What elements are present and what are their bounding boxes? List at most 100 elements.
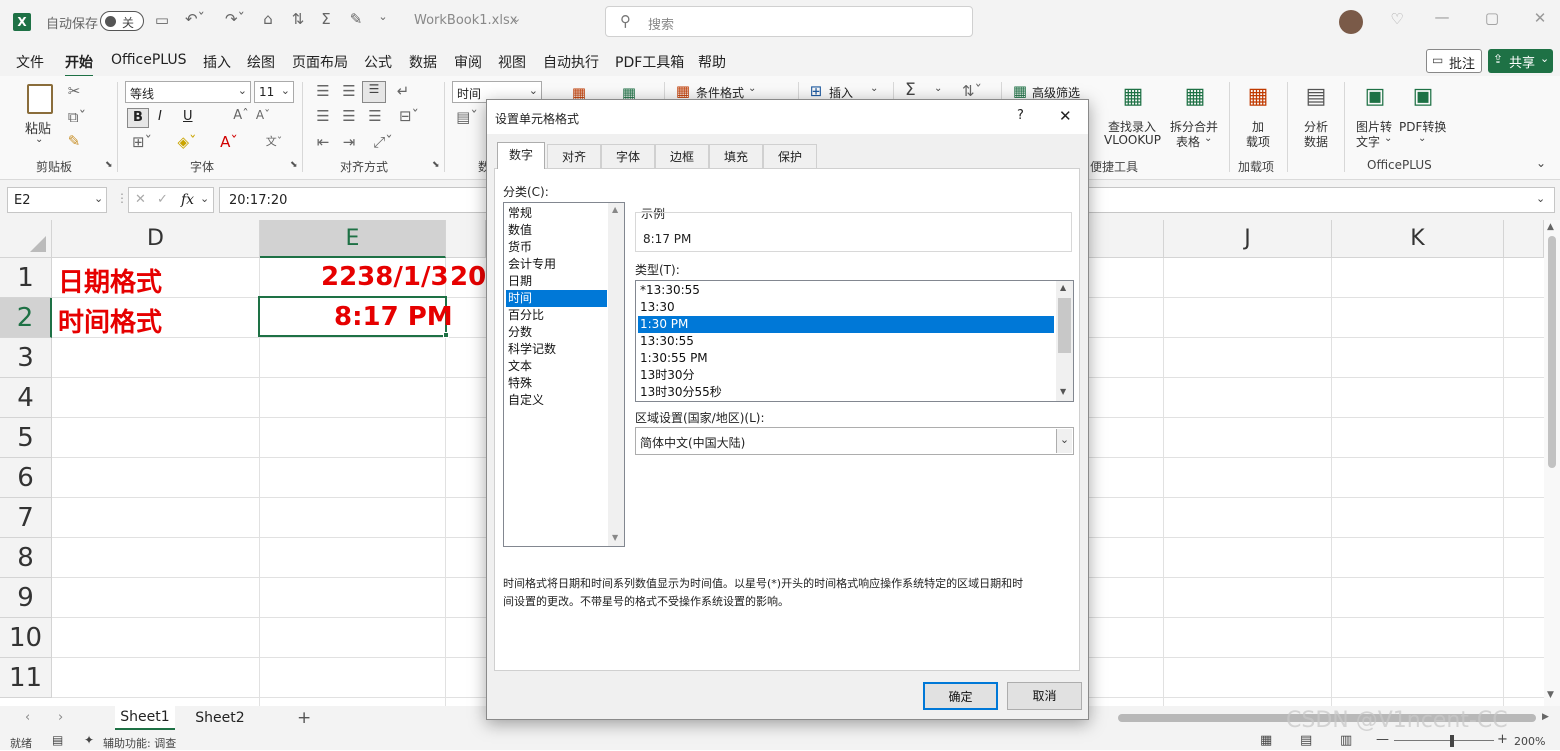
sheet-tab-sheet2[interactable]: Sheet2 bbox=[185, 706, 255, 730]
row-header-9[interactable]: 9 bbox=[0, 578, 52, 618]
category-item[interactable]: 常规 bbox=[506, 205, 607, 222]
scroll-down-icon[interactable]: ▼ bbox=[1060, 387, 1066, 396]
insert-function-button[interactable]: fx bbox=[181, 192, 194, 208]
ok-button[interactable]: 确定 bbox=[923, 682, 998, 710]
name-box[interactable]: E2 ⌄ bbox=[7, 187, 107, 213]
underline-button[interactable]: U bbox=[183, 109, 193, 124]
page-layout-view-icon[interactable]: ▤ bbox=[1300, 733, 1312, 748]
category-item[interactable]: 百分比 bbox=[506, 307, 607, 324]
confirm-entry-icon[interactable]: ✓ bbox=[157, 192, 168, 207]
type-scroll-thumb[interactable] bbox=[1058, 298, 1071, 353]
scroll-down-icon[interactable]: ▼ bbox=[1547, 690, 1554, 700]
row-header-6[interactable]: 6 bbox=[0, 458, 52, 498]
align-right-icon[interactable]: ☰ bbox=[364, 107, 386, 125]
sum-icon[interactable]: Σ bbox=[316, 10, 336, 28]
scroll-up-icon[interactable]: ▲ bbox=[612, 205, 618, 214]
tab-border[interactable]: 边框 bbox=[655, 144, 709, 168]
increase-indent-icon[interactable]: ⇥ bbox=[338, 133, 360, 151]
accounting-format-icon[interactable]: ▤ˇ bbox=[452, 108, 482, 126]
help-button[interactable]: ? bbox=[1017, 108, 1024, 123]
row-header-10[interactable]: 10 bbox=[0, 618, 52, 658]
menu-view[interactable]: 视图 bbox=[498, 52, 526, 72]
cancel-button[interactable]: 取消 bbox=[1007, 682, 1082, 710]
cut-icon[interactable]: ✂ bbox=[64, 82, 84, 100]
zoom-in-icon[interactable]: + bbox=[1497, 732, 1508, 747]
menu-officeplus[interactable]: OfficePLUS bbox=[111, 52, 187, 68]
type-item[interactable]: 13:30 bbox=[638, 299, 1054, 316]
tab-protection[interactable]: 保护 bbox=[763, 144, 817, 168]
advanced-filter-icon[interactable]: ▦ bbox=[1011, 82, 1029, 100]
minimize-icon[interactable]: — bbox=[1430, 8, 1454, 26]
chevron-down-icon[interactable]: ⌄ bbox=[1384, 133, 1392, 144]
next-sheet-icon[interactable]: › bbox=[58, 710, 63, 725]
chevron-down-icon[interactable]: ⌄ bbox=[1204, 133, 1212, 144]
accessibility-status[interactable]: 辅助功能: 调查 bbox=[103, 735, 176, 751]
paste-chevron-icon[interactable]: ⌄ bbox=[35, 134, 43, 145]
zoom-level[interactable]: 200% bbox=[1514, 735, 1545, 748]
tab-fill[interactable]: 填充 bbox=[709, 144, 763, 168]
filename-chevron-icon[interactable]: ⌄ bbox=[512, 12, 521, 25]
prev-sheet-icon[interactable]: ‹ bbox=[25, 710, 30, 725]
column-header-k[interactable]: K bbox=[1332, 220, 1504, 258]
paste-icon[interactable] bbox=[27, 84, 53, 114]
insert-cells-icon[interactable]: ⊞ bbox=[807, 82, 825, 100]
menu-data[interactable]: 数据 bbox=[409, 52, 437, 72]
tab-font[interactable]: 字体 bbox=[601, 144, 655, 168]
category-item[interactable]: 会计专用 bbox=[506, 256, 607, 273]
column-header-e[interactable]: E bbox=[260, 220, 446, 258]
collapse-ribbon-icon[interactable]: ⌄ bbox=[1536, 156, 1546, 170]
chevron-down-icon[interactable]: ⌄ bbox=[870, 83, 878, 94]
autosum-button[interactable]: Σ bbox=[905, 80, 916, 100]
vlookup-label-line2[interactable]: VLOOKUP bbox=[1104, 133, 1161, 147]
category-item[interactable]: 分数 bbox=[506, 324, 607, 341]
split-merge-icon[interactable]: ▦ bbox=[1180, 84, 1210, 109]
borders-icon[interactable]: ⊞ˇ bbox=[127, 133, 157, 151]
menu-file[interactable]: 文件 bbox=[16, 52, 44, 72]
vertical-scrollbar[interactable]: ▲ ▼ bbox=[1544, 220, 1560, 706]
align-bottom-icon[interactable]: ☰ bbox=[362, 81, 386, 103]
type-item[interactable]: 13:30:55 bbox=[638, 333, 1054, 350]
copy-icon[interactable]: ⧉ˇ bbox=[64, 108, 90, 126]
font-color-icon[interactable]: Aˇ bbox=[214, 133, 244, 151]
font-launcher-icon[interactable]: ⬊ bbox=[290, 160, 298, 170]
category-item[interactable]: 日期 bbox=[506, 273, 607, 290]
bold-button[interactable]: B bbox=[127, 108, 149, 128]
align-center-icon[interactable]: ☰ bbox=[338, 107, 360, 125]
chevron-down-icon[interactable]: ⌄ bbox=[748, 83, 756, 94]
tab-number[interactable]: 数字 bbox=[497, 142, 545, 169]
category-list[interactable]: 常规 数值 货币 会计专用 日期 时间 百分比 分数 科学记数 文本 特殊 自定… bbox=[503, 202, 625, 547]
redo-icon[interactable]: ↷ˇ bbox=[220, 10, 250, 28]
scroll-down-icon[interactable]: ▼ bbox=[612, 533, 618, 542]
row-header-3[interactable]: 3 bbox=[0, 338, 52, 378]
align-middle-icon[interactable]: ☰ bbox=[338, 82, 360, 100]
locale-dropdown-button[interactable]: ⌄ bbox=[1056, 429, 1072, 453]
addins-label-line2[interactable]: 载项 bbox=[1246, 133, 1270, 150]
scroll-up-icon[interactable]: ▲ bbox=[1060, 283, 1066, 292]
column-header-l[interactable] bbox=[1504, 220, 1544, 258]
scroll-right-icon[interactable]: ▶ bbox=[1542, 712, 1549, 722]
split-merge-label-line2[interactable]: 表格 bbox=[1176, 133, 1200, 150]
zoom-slider-thumb[interactable] bbox=[1450, 735, 1454, 747]
vlookup-icon[interactable]: ▦ bbox=[1118, 84, 1148, 109]
category-scrollbar[interactable]: ▲ ▼ bbox=[608, 203, 624, 546]
category-item[interactable]: 特殊 bbox=[506, 375, 607, 392]
menu-insert[interactable]: 插入 bbox=[203, 52, 231, 72]
category-item[interactable]: 货币 bbox=[506, 239, 607, 256]
orientation-icon[interactable]: ⤢ˇ bbox=[366, 133, 400, 151]
increase-font-icon[interactable]: Aˆ bbox=[232, 108, 250, 123]
font-size-select[interactable]: 11 ⌄ bbox=[254, 81, 294, 103]
row-header-11[interactable]: 11 bbox=[0, 658, 52, 698]
expand-formula-icon[interactable]: ⌄ bbox=[1536, 192, 1545, 205]
decrease-font-icon[interactable]: Aˇ bbox=[254, 108, 272, 122]
conditional-format-icon[interactable]: ▦ bbox=[674, 82, 692, 100]
fill-handle[interactable] bbox=[443, 332, 449, 338]
menu-home[interactable]: 开始 bbox=[65, 52, 93, 78]
category-item-selected[interactable]: 时间 bbox=[506, 290, 607, 307]
cancel-entry-icon[interactable]: ✕ bbox=[135, 192, 146, 207]
analyze-data-icon[interactable]: ▤ bbox=[1301, 84, 1331, 109]
autosave-toggle[interactable]: 关 bbox=[100, 11, 144, 31]
lightbulb-icon[interactable]: ♡ bbox=[1388, 10, 1406, 28]
customize-qat-icon[interactable]: ⌄ bbox=[376, 10, 390, 23]
row-header-8[interactable]: 8 bbox=[0, 538, 52, 578]
save-icon[interactable]: ▭ bbox=[152, 11, 172, 29]
